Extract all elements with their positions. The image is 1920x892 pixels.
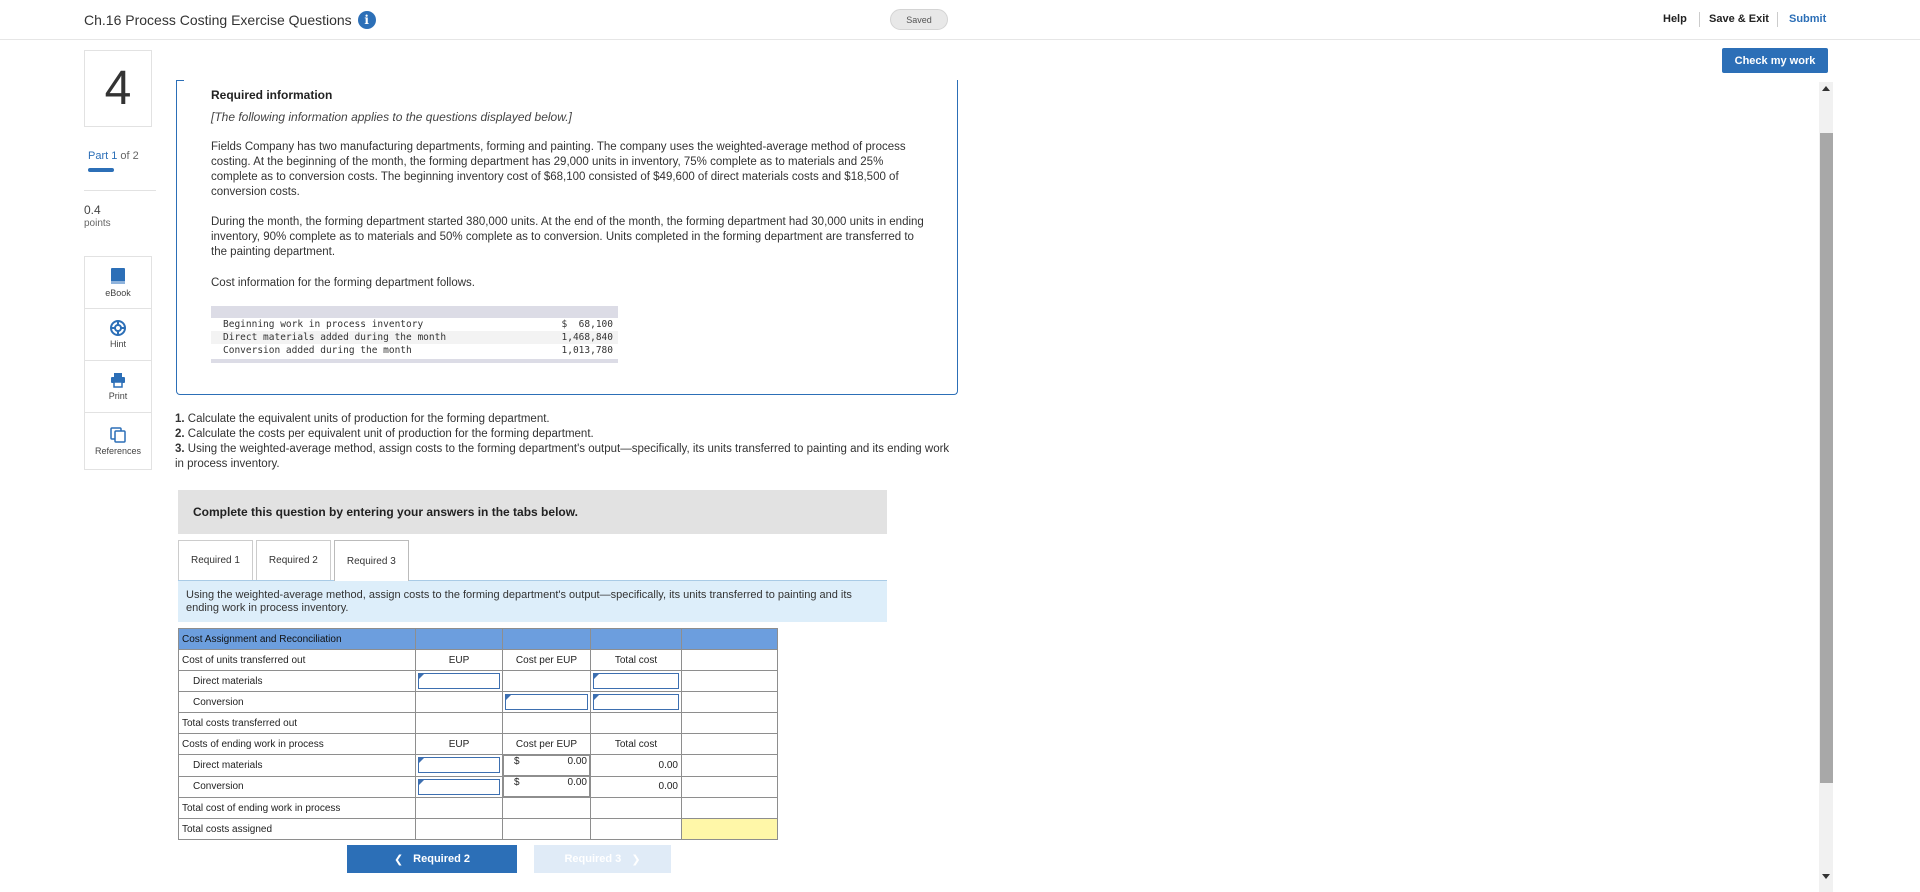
- ending-conv-cost-per-eup: $0.00: [503, 776, 590, 797]
- question-2: 2. Calculate the costs per equivalent un…: [175, 428, 594, 440]
- scrollbar-thumb[interactable]: [1820, 133, 1833, 783]
- ending-dm-eup-input[interactable]: [415, 754, 503, 777]
- assignment-title: Ch.16 Process Costing Exercise Questions…: [84, 11, 376, 29]
- tab-description: Using the weighted-average method, assig…: [178, 580, 887, 622]
- tab-required-2[interactable]: Required 2: [255, 540, 331, 580]
- table-row: Conversion $0.00 0.00: [178, 775, 778, 798]
- question-3: 3. Using the weighted-average method, as…: [175, 443, 950, 470]
- table-row: Direct materials $0.00 0.00: [178, 754, 778, 777]
- tab-required-3[interactable]: Required 3: [333, 540, 409, 581]
- required-information-title: Required information: [211, 88, 333, 102]
- required-information-note: [The following information applies to th…: [211, 110, 572, 124]
- ending-conv-total: 0.00: [590, 775, 682, 798]
- saved-badge: Saved: [890, 9, 948, 30]
- question-1: 1. Calculate the equivalent units of pro…: [175, 413, 550, 425]
- answer-tabs: Required 1 Required 2 Required 3: [178, 540, 412, 581]
- ending-conv-eup-input[interactable]: [415, 775, 503, 798]
- table-row: Cost of units transferred out EUP Cost p…: [178, 649, 778, 671]
- part-progress-bar: [88, 168, 114, 172]
- table-header-row: Cost Assignment and Reconciliation: [178, 628, 778, 650]
- cost-table-header: [211, 306, 618, 318]
- ebook-button[interactable]: eBook: [85, 257, 151, 309]
- table-row: Total costs transferred out: [178, 712, 778, 734]
- tool-panel: eBook Hint Print References: [84, 256, 152, 470]
- copy-icon: [110, 426, 126, 443]
- header-divider: [1777, 12, 1778, 27]
- references-button[interactable]: References: [85, 413, 151, 469]
- info-paragraph-3: Cost information for the forming departm…: [211, 277, 475, 289]
- top-header: Ch.16 Process Costing Exercise Questions…: [0, 0, 1920, 40]
- transferred-dm-cost-per-eup: [502, 670, 591, 692]
- question-list: 1. Calculate the equivalent units of pro…: [175, 412, 955, 472]
- part-indicator: Part 1 of 2: [88, 150, 139, 162]
- check-my-work-button[interactable]: Check my work: [1722, 48, 1828, 73]
- ending-dm-cost-per-eup: $0.00: [503, 755, 590, 776]
- cost-assignment-table: Cost Assignment and Reconciliation Cost …: [178, 628, 778, 840]
- question-number: 4: [84, 50, 152, 127]
- tab-required-1[interactable]: Required 1: [178, 540, 253, 580]
- transferred-dm-total-input[interactable]: [590, 670, 682, 692]
- table-row: Conversion added during the month 1,013,…: [223, 345, 613, 356]
- instructions-banner: Complete this question by entering your …: [178, 490, 887, 534]
- print-button[interactable]: Print: [85, 361, 151, 413]
- transferred-conv-cost-per-eup-input[interactable]: [502, 691, 591, 713]
- points-label: points: [84, 218, 111, 229]
- transferred-conv-eup: [415, 691, 503, 713]
- chevron-right-icon: ❯: [631, 853, 641, 866]
- table-row: Total cost of ending work in process: [178, 797, 778, 819]
- total-costs-assigned-cell: [681, 818, 778, 840]
- transferred-conv-total-input[interactable]: [590, 691, 682, 713]
- points-value: 0.4: [84, 203, 101, 217]
- info-paragraph-2: During the month, the forming department…: [211, 216, 924, 258]
- lifebuoy-icon: [110, 320, 126, 336]
- scroll-down-icon[interactable]: [1822, 874, 1830, 879]
- cost-information-table: Beginning work in process inventory $ 68…: [211, 306, 618, 363]
- cost-table-footer: [211, 359, 618, 363]
- book-icon: [111, 268, 125, 284]
- table-row: Conversion: [178, 691, 778, 713]
- printer-icon: [111, 373, 125, 388]
- rail-divider: [84, 190, 156, 191]
- ending-dm-total: 0.00: [590, 754, 682, 777]
- help-link[interactable]: Help: [1663, 13, 1687, 25]
- table-row: Direct materials added during the month …: [211, 331, 618, 344]
- table-row: Costs of ending work in process EUP Cost…: [178, 733, 778, 755]
- previous-tab-button[interactable]: ❮ Required 2: [347, 845, 517, 873]
- chevron-left-icon: ❮: [393, 853, 404, 866]
- next-tab-button[interactable]: Required 3 ❯: [534, 845, 671, 873]
- submit-link[interactable]: Submit: [1789, 13, 1826, 25]
- table-row: Total costs assigned: [178, 818, 778, 840]
- transferred-dm-eup-input[interactable]: [415, 670, 503, 692]
- info-icon[interactable]: i: [357, 11, 376, 29]
- save-exit-link[interactable]: Save & Exit: [1709, 13, 1769, 25]
- scroll-up-icon[interactable]: [1822, 86, 1830, 91]
- header-divider: [1699, 12, 1700, 27]
- box-tick: [176, 80, 184, 81]
- table-row: Beginning work in process inventory $ 68…: [223, 319, 613, 330]
- hint-button[interactable]: Hint: [85, 309, 151, 361]
- info-paragraph-1: Fields Company has two manufacturing dep…: [211, 141, 906, 198]
- table-row: Direct materials: [178, 670, 778, 692]
